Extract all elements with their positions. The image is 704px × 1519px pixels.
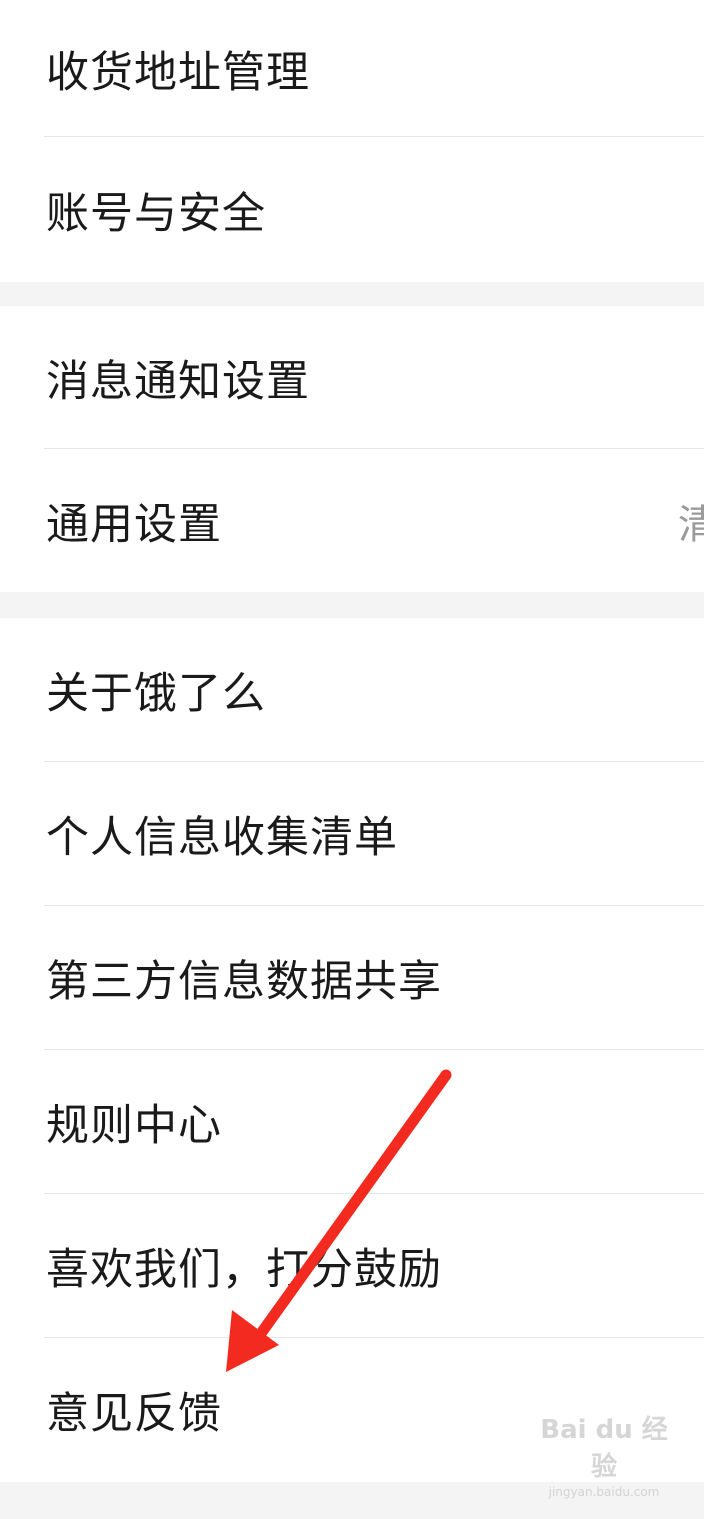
settings-item-label: 消息通知设置 [46, 356, 310, 407]
settings-item-label: 规则中心 [46, 1101, 222, 1151]
settings-item-label: 喜欢我们，打分鼓励 [46, 1245, 442, 1295]
settings-item-third-party-data-sharing[interactable]: 第三方信息数据共享 [0, 906, 704, 1050]
settings-item-rate-us[interactable]: 喜欢我们，打分鼓励 [0, 1194, 704, 1338]
settings-item-label: 关于饿了么 [46, 669, 266, 719]
settings-item-label: 收货地址管理 [46, 47, 310, 98]
settings-item-label: 意见反馈 [46, 1389, 222, 1439]
settings-item-general-settings[interactable]: 通用设置 清 [0, 449, 704, 592]
settings-item-label: 个人信息收集清单 [46, 813, 398, 863]
settings-item-label: 账号与安全 [46, 188, 266, 239]
settings-item-notification-settings[interactable]: 消息通知设置 [0, 306, 704, 449]
settings-group-account: 收货地址管理 账号与安全 [0, 0, 704, 282]
settings-item-trailing-text: 清 [678, 501, 704, 548]
settings-item-rules-center[interactable]: 规则中心 [0, 1050, 704, 1194]
settings-item-about[interactable]: 关于饿了么 [0, 618, 704, 762]
settings-item-personal-info-list[interactable]: 个人信息收集清单 [0, 762, 704, 906]
settings-group-preferences: 消息通知设置 通用设置 清 [0, 306, 704, 592]
settings-item-feedback[interactable]: 意见反馈 [0, 1338, 704, 1482]
watermark-url: jingyan.baidu.com [548, 1485, 660, 1499]
settings-group-about: 关于饿了么 个人信息收集清单 第三方信息数据共享 规则中心 喜欢我们，打分鼓励 … [0, 618, 704, 1482]
settings-item-shipping-address[interactable]: 收货地址管理 [0, 0, 704, 137]
settings-item-label: 第三方信息数据共享 [46, 957, 442, 1007]
settings-item-account-security[interactable]: 账号与安全 [0, 137, 704, 282]
settings-item-label: 通用设置 [46, 499, 222, 550]
